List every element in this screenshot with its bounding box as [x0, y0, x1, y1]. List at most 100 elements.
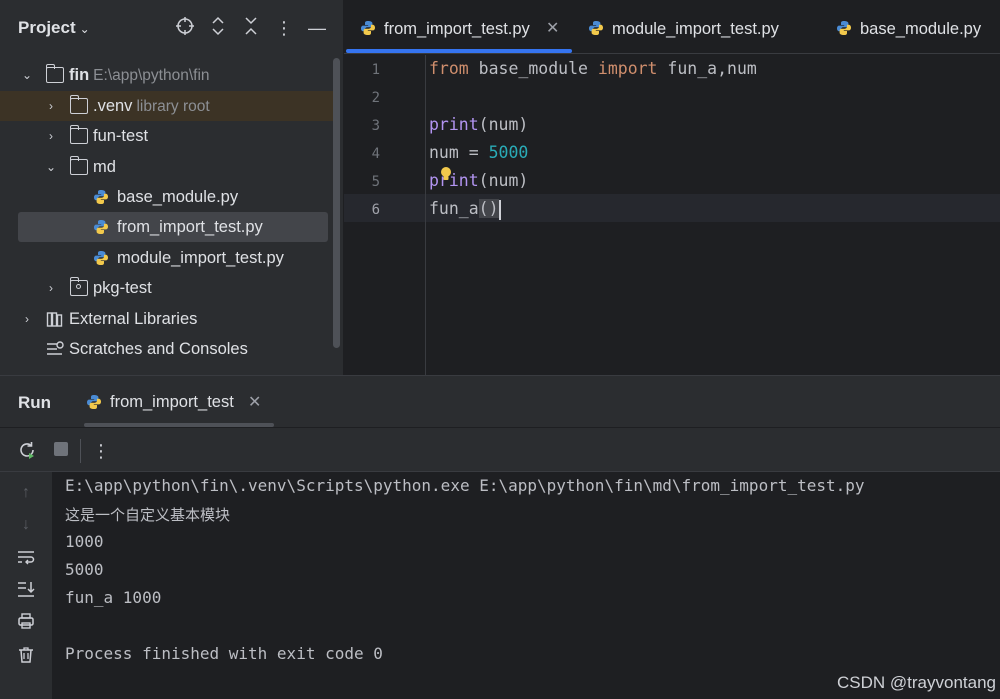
- line-number: 2: [371, 90, 380, 106]
- chevron-down-icon[interactable]: ⌄: [44, 152, 58, 182]
- close-icon[interactable]: ✕: [248, 392, 261, 412]
- print-icon[interactable]: [15, 612, 37, 634]
- tab-module-import-test[interactable]: module_import_test.py: [588, 0, 788, 54]
- builtin-function: print: [429, 115, 479, 134]
- run-config-tab[interactable]: from_import_test ✕: [84, 376, 276, 428]
- tree-item-label: fin: [69, 66, 90, 84]
- console-line: 1000: [65, 532, 104, 551]
- lightbulb-icon[interactable]: [440, 167, 452, 181]
- arrow-up-icon[interactable]: ↑: [15, 482, 37, 504]
- line-number-gutter: 1 2 3 4 5 6: [344, 55, 426, 375]
- editor-tab-bar: from_import_test.py ✕ module_import_test…: [344, 0, 1000, 54]
- tab-base-module[interactable]: base_module.py: [836, 0, 996, 54]
- python-file-icon: [94, 220, 108, 234]
- folder-icon: [70, 125, 88, 144]
- library-icon: [46, 312, 63, 327]
- expand-all-icon[interactable]: [207, 16, 229, 40]
- soft-wrap-icon[interactable]: [15, 548, 37, 570]
- tree-item-scratches[interactable]: Scratches and Consoles: [0, 334, 340, 364]
- console-line: fun_a 1000: [65, 588, 162, 607]
- tree-item-fin[interactable]: ⌄ fin E:\app\python\fin: [0, 60, 340, 90]
- line-number: 6: [371, 202, 380, 218]
- active-tab-indicator: [84, 423, 274, 427]
- more-options-icon[interactable]: ⋮: [90, 440, 112, 462]
- python-file-icon: [361, 21, 375, 35]
- folder-icon: [70, 156, 88, 175]
- package-folder-icon: [70, 277, 88, 296]
- folder-icon: [46, 64, 64, 83]
- project-title: Project: [18, 18, 76, 37]
- console-line: 5000: [65, 560, 104, 579]
- tree-item-external-libraries[interactable]: › External Libraries: [0, 304, 340, 334]
- console-line: E:\app\python\fin\.venv\Scripts\python.e…: [65, 476, 865, 495]
- tree-item-pkg-test[interactable]: › pkg-test: [0, 273, 340, 303]
- trash-icon[interactable]: [15, 646, 37, 668]
- tree-item-label: pkg-test: [93, 279, 152, 297]
- chevron-down-icon[interactable]: ⌄: [20, 60, 34, 90]
- run-title: Run: [18, 393, 52, 412]
- chevron-right-icon[interactable]: ›: [44, 91, 58, 121]
- project-scrollbar[interactable]: [333, 58, 340, 348]
- tab-label: base_module.py: [860, 20, 982, 38]
- stop-icon[interactable]: [50, 440, 72, 462]
- call-args: (num): [478, 115, 529, 134]
- tree-item-from-import-test[interactable]: from_import_test.py: [18, 212, 328, 242]
- hide-panel-icon[interactable]: —: [306, 16, 328, 40]
- python-file-icon: [87, 395, 101, 409]
- active-tab-indicator: [346, 49, 572, 53]
- collapse-all-icon[interactable]: [240, 16, 262, 40]
- code-line-4[interactable]: num = 5000: [429, 143, 528, 162]
- line-number: 4: [371, 146, 380, 162]
- code-line-3[interactable]: print(num): [429, 115, 528, 134]
- project-view-selector[interactable]: Project ⌄: [18, 18, 90, 38]
- chevron-right-icon[interactable]: ›: [44, 273, 58, 303]
- console-line: 这是一个自定义基本模块: [65, 506, 231, 524]
- import-names: fun_a,num: [657, 59, 757, 78]
- scratches-icon: [47, 341, 64, 355]
- tree-item-module-import-test[interactable]: module_import_test.py: [0, 243, 340, 273]
- module-name: base_module: [468, 59, 598, 78]
- line-number: 5: [371, 174, 380, 190]
- tree-item-md[interactable]: ⌄ md: [0, 152, 340, 182]
- tree-item-path-hint: E:\app\python\fin: [93, 67, 210, 84]
- keyword: from: [429, 59, 469, 78]
- builtin-function: print: [429, 171, 479, 190]
- line-number: 1: [371, 62, 380, 78]
- project-panel-header: Project ⌄ ⋮ —: [0, 0, 344, 58]
- watermark: CSDN @trayvontang: [837, 673, 996, 692]
- python-file-icon: [837, 21, 851, 35]
- run-tab-label: from_import_test: [110, 393, 234, 411]
- python-file-icon: [589, 21, 603, 35]
- tree-item-label: .venv: [93, 97, 133, 115]
- code-line-1[interactable]: from base_module import fun_a,num: [429, 59, 757, 78]
- folder-icon: [70, 95, 88, 114]
- chevron-right-icon[interactable]: ›: [20, 304, 34, 334]
- run-header: Run from_import_test ✕: [0, 376, 1000, 428]
- matched-parens: (): [478, 199, 499, 218]
- text-caret: [498, 199, 501, 220]
- number-literal: 5000: [488, 143, 529, 162]
- python-file-icon: [94, 190, 108, 204]
- tree-item-label: base_module.py: [117, 188, 239, 206]
- code-line-6[interactable]: fun_a(): [429, 199, 501, 220]
- line-number: 3: [371, 118, 380, 134]
- run-toolbar: ⋮: [0, 428, 1000, 472]
- keyword: import: [597, 59, 658, 78]
- tree-item-fun-test[interactable]: › fun-test: [0, 121, 340, 151]
- tab-from-import-test[interactable]: from_import_test.py ✕: [360, 0, 574, 54]
- call-args: (num): [478, 171, 529, 190]
- rerun-icon[interactable]: [16, 440, 38, 462]
- tree-item-venv[interactable]: › .venv library root: [0, 91, 340, 121]
- tree-item-label: from_import_test.py: [117, 218, 263, 236]
- more-options-icon[interactable]: ⋮: [273, 16, 295, 40]
- python-file-icon: [94, 251, 108, 265]
- locate-target-icon[interactable]: [174, 16, 196, 40]
- library-root-hint: library root: [136, 98, 210, 115]
- code-editor: from_import_test.py ✕ module_import_test…: [344, 0, 1000, 375]
- chevron-right-icon[interactable]: ›: [44, 121, 58, 151]
- arrow-down-icon[interactable]: ↓: [15, 514, 37, 536]
- scroll-to-end-icon[interactable]: [15, 580, 37, 602]
- chevron-down-icon: ⌄: [79, 22, 90, 36]
- tree-item-label: Scratches and Consoles: [69, 340, 248, 358]
- tree-item-base-module[interactable]: base_module.py: [0, 182, 340, 212]
